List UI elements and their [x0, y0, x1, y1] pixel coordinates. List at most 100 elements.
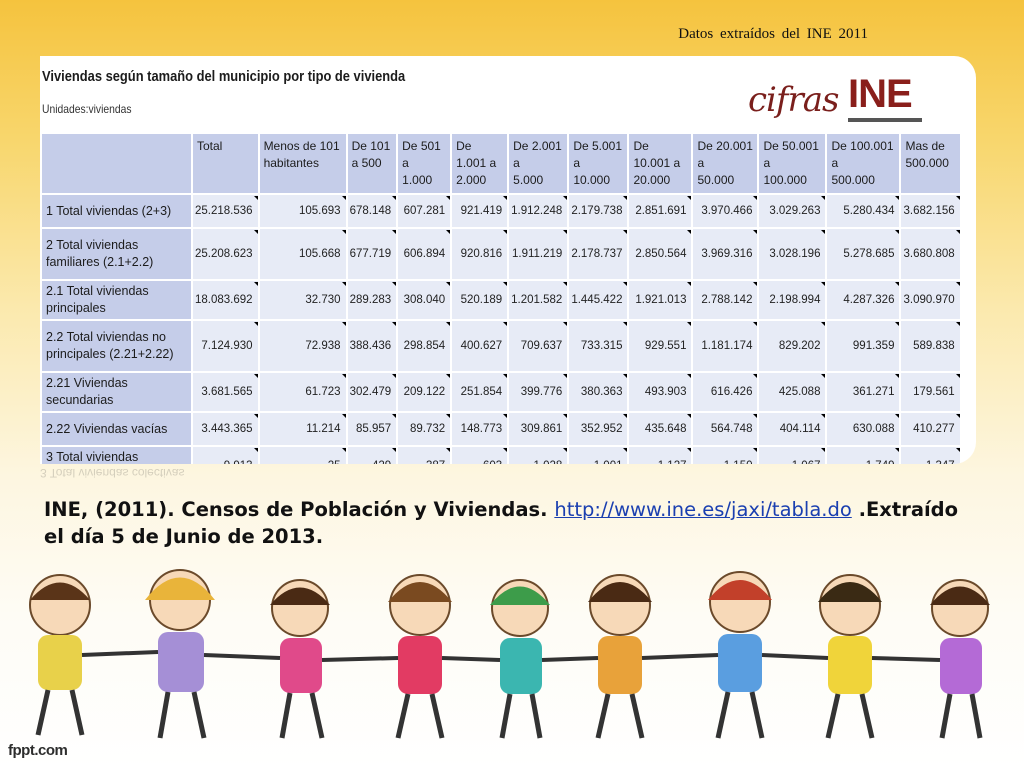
- table-cell: 11.214: [259, 413, 346, 445]
- table-cell: 733.315: [569, 321, 628, 371]
- table-header-row: Total Menos de 101 habitantes De 101 a 500 De…: [42, 134, 960, 193]
- table-cell: 2.851.691: [629, 195, 692, 227]
- column-header-line: 2.000: [456, 173, 487, 187]
- column-header: De 2.001 a 5.000: [509, 134, 568, 193]
- table-cell: 309.861: [509, 413, 568, 445]
- table-cell: 1.028: [509, 447, 568, 464]
- table-cell: 603: [452, 447, 508, 464]
- column-header-line: De 20.001 a: [697, 139, 753, 170]
- table-cell: 25.218.536: [193, 195, 258, 227]
- table-cell: 85.957: [347, 413, 397, 445]
- table-cell: 493.903: [629, 373, 692, 411]
- column-header-line: De 501 a: [402, 139, 441, 170]
- header-corner-cell: [42, 134, 191, 193]
- column-header: De 101 a 500: [347, 134, 397, 193]
- table-cell: 1.445.422: [569, 281, 628, 319]
- table-cell: 929.551: [629, 321, 692, 371]
- table-cell: 7.124.930: [193, 321, 258, 371]
- table-cell: 289.283: [347, 281, 397, 319]
- table-cell: 1.201.582: [509, 281, 568, 319]
- column-header-line: De 50.001 a: [763, 139, 819, 170]
- table-cell: 3.029.263: [759, 195, 826, 227]
- table-cell: 148.773: [452, 413, 508, 445]
- table-cell: 387: [398, 447, 451, 464]
- column-header: Mas de 500.000: [901, 134, 960, 193]
- table-cell: 179.561: [901, 373, 960, 411]
- column-header-line: Total: [197, 139, 223, 153]
- reflection-text: 3 Total viviendas colectivas: [40, 466, 185, 480]
- citation-text: INE, (2011). Censos de Población y Vivie…: [44, 498, 555, 521]
- table-cell: 1.181.174: [693, 321, 758, 371]
- row-label: 2.22 Viviendas vacías: [42, 413, 191, 445]
- row-label: 2.2 Total viviendas no principales (2.21…: [42, 321, 191, 371]
- row-label: 3 Total viviendas colectivas: [42, 447, 191, 464]
- table-cell: 32.730: [259, 281, 346, 319]
- table-cell: 678.148: [347, 195, 397, 227]
- column-header-line: habitantes: [263, 156, 319, 170]
- column-header-line: De 101: [351, 139, 391, 153]
- table-row: 2 Total viviendas familiares (2.1+2.2) 25…: [42, 229, 960, 279]
- table-cell: 404.114: [759, 413, 826, 445]
- column-header-line: Menos de 101: [263, 139, 340, 153]
- column-header-line: 1.000: [402, 173, 433, 187]
- table-cell: 991.359: [827, 321, 900, 371]
- table-cell: 4.287.326: [827, 281, 900, 319]
- column-header-line: Mas de: [905, 139, 945, 153]
- row-label: 2.21 Viviendas secundarias: [42, 373, 191, 411]
- column-header: Total: [193, 134, 258, 193]
- table-cell: 209.122: [398, 373, 451, 411]
- units-label: Unidades:viviendas: [42, 102, 132, 116]
- table-cell: 352.952: [569, 413, 628, 445]
- citation-link[interactable]: http://www.ine.es/jaxi/tabla.do: [554, 498, 851, 521]
- citation: INE, (2011). Censos de Población y Vivie…: [44, 496, 984, 550]
- table-cell: 520.189: [452, 281, 508, 319]
- table-cell: 589.838: [901, 321, 960, 371]
- column-header: De 10.001 a 20.000: [629, 134, 692, 193]
- column-header: De 20.001 a 50.000: [693, 134, 758, 193]
- table-cell: 3.969.316: [693, 229, 758, 279]
- table-cell: 399.776: [509, 373, 568, 411]
- children-illustration: [29, 569, 990, 739]
- source-note: Datos extraídos del INE 2011: [678, 26, 868, 42]
- table-cell: 410.277: [901, 413, 960, 445]
- column-header-line: 50.000: [697, 173, 735, 187]
- table-cell: 5.278.685: [827, 229, 900, 279]
- table-cell: 2.850.564: [629, 229, 692, 279]
- table-cell: 829.202: [759, 321, 826, 371]
- table-cell: 3.090.970: [901, 281, 960, 319]
- logo-underline: [848, 118, 922, 122]
- column-header-line: De 100.001 a: [831, 139, 894, 170]
- table-cell: 920.816: [452, 229, 508, 279]
- table-cell: 564.748: [693, 413, 758, 445]
- table-cell: 1.001: [569, 447, 628, 464]
- column-header-line: 10.000: [573, 173, 611, 187]
- table-cell: 3.443.365: [193, 413, 258, 445]
- column-header-line: De 2.001 a: [513, 139, 562, 170]
- table-cell: 361.271: [827, 373, 900, 411]
- table-cell: 921.419: [452, 195, 508, 227]
- table-cell: 1.150: [693, 447, 758, 464]
- table-cell: 677.719: [347, 229, 397, 279]
- table-row: 2.22 Viviendas vacías 3.443.365 11.214 85.9…: [42, 413, 960, 445]
- table-cell: 429: [347, 447, 397, 464]
- table-cell: 89.732: [398, 413, 451, 445]
- column-header-line: De 1.001 a: [456, 139, 497, 170]
- table-cell: 606.894: [398, 229, 451, 279]
- table-cell: 1.912.248: [509, 195, 568, 227]
- table-row: 1 Total viviendas (2+3) 25.218.536 105.693…: [42, 195, 960, 227]
- table-cell: 72.938: [259, 321, 346, 371]
- column-header-line: 5.000: [513, 173, 544, 187]
- table-cell: 1.911.219: [509, 229, 568, 279]
- table-cell: 3.970.466: [693, 195, 758, 227]
- table-cell: 709.637: [509, 321, 568, 371]
- logo-ine-text: INE: [848, 72, 913, 116]
- table-cell: 435.648: [629, 413, 692, 445]
- column-header-line: De 10.001 a: [633, 139, 681, 170]
- table-row: 2.1 Total viviendas principales 18.083.69…: [42, 281, 960, 319]
- table-reflection: 3 Total viviendas colectivas: [40, 466, 976, 500]
- table-body: 1 Total viviendas (2+3) 25.218.536 105.693…: [42, 195, 960, 464]
- table-cell: 9.913: [193, 447, 258, 464]
- column-header: De 5.001 a 10.000: [569, 134, 628, 193]
- table-cell: 388.436: [347, 321, 397, 371]
- table-cell: 1.347: [901, 447, 960, 464]
